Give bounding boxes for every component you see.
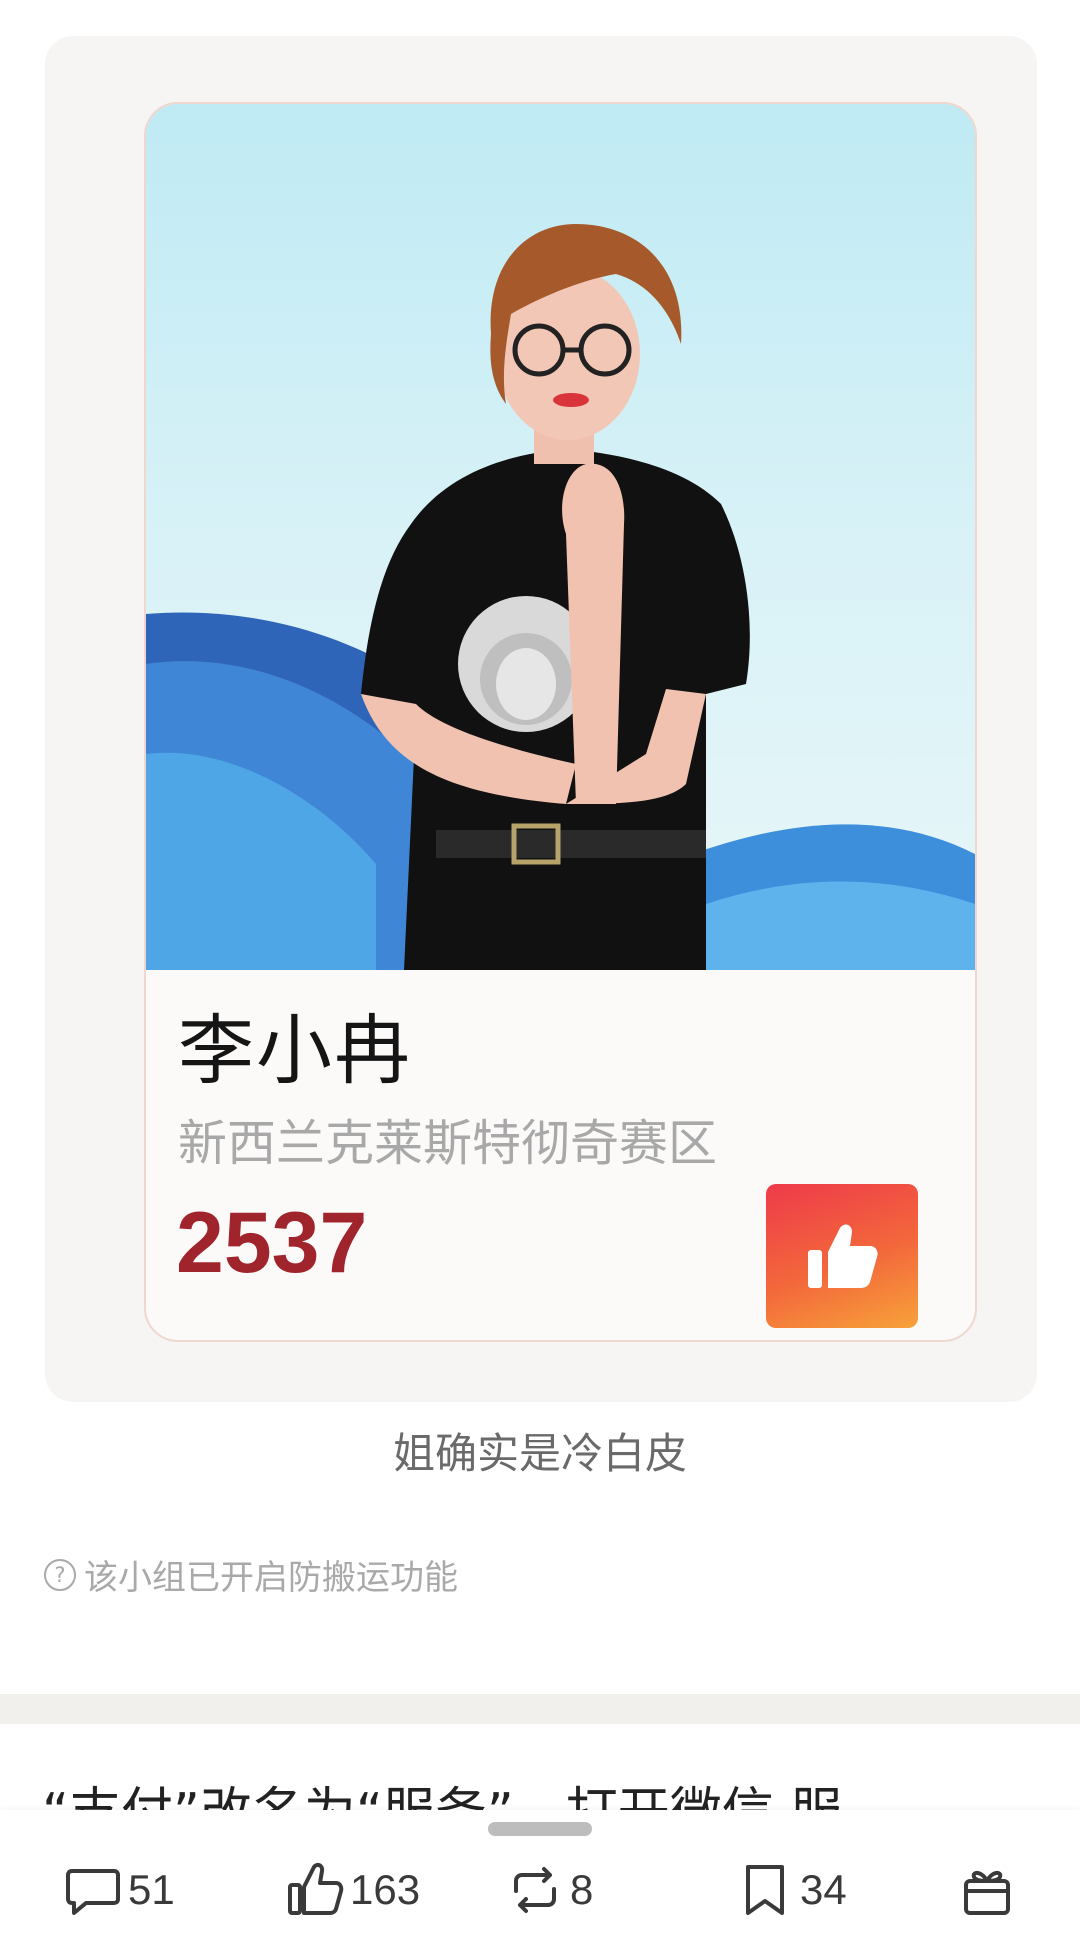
bottom-action-bar: 51 163 8 34 (0, 1810, 1080, 1958)
post-caption: 姐确实是冷白皮 (392, 1429, 687, 1478)
comment-button[interactable]: 51 (64, 1858, 175, 1922)
comment-icon (66, 1869, 120, 1915)
post-image-panel[interactable]: 李小冉 新西兰克莱斯特彻奇赛区 2537 (45, 36, 1037, 1402)
gift-button[interactable] (958, 1858, 1016, 1922)
drag-handle[interactable] (488, 1822, 592, 1836)
like-count: 163 (350, 1866, 421, 1913)
bookmark-icon (746, 1865, 784, 1915)
contestant-photo[interactable] (146, 104, 975, 970)
like-vote-button[interactable] (766, 1184, 918, 1328)
like-button[interactable]: 163 (286, 1858, 420, 1922)
contestant-region: 新西兰克莱斯特彻奇赛区 (178, 1115, 718, 1172)
favorite-count: 34 (800, 1866, 847, 1913)
thumbs-up-icon (808, 1224, 878, 1288)
repost-button[interactable]: 8 (506, 1858, 593, 1922)
anti-repost-notice: ? 该小组已开启防搬运功能 (44, 1550, 458, 1599)
notice-text: 该小组已开启防搬运功能 (84, 1558, 458, 1598)
section-divider (0, 1694, 1080, 1724)
repost-count: 8 (570, 1866, 594, 1913)
thumbs-up-outline-icon (288, 1862, 344, 1915)
favorite-button[interactable]: 34 (736, 1858, 847, 1922)
contestant-name: 李小冉 (178, 1006, 412, 1095)
repost-icon (514, 1867, 556, 1913)
gift-icon (964, 1870, 1010, 1915)
vote-count: 2537 (176, 1195, 368, 1291)
question-circle-icon: ? (44, 1558, 76, 1591)
next-post-title[interactable]: “支付”改名为“服务”，打开微信 服 (42, 1772, 1042, 1812)
vote-card: 李小冉 新西兰克莱斯特彻奇赛区 2537 (144, 102, 977, 1342)
comment-count: 51 (128, 1866, 175, 1913)
